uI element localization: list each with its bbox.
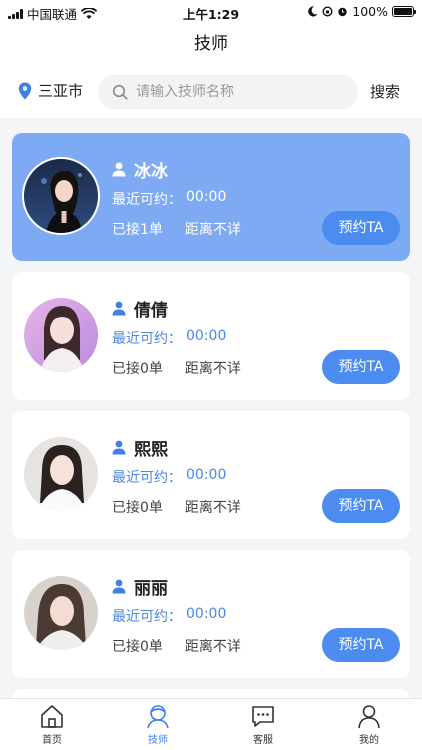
search-row: 三亚市 搜索	[0, 64, 422, 118]
book-button[interactable]: 预约TA	[322, 628, 400, 662]
tab-service-label: 客服	[253, 735, 273, 746]
tab-technician-label: 技师	[148, 735, 168, 746]
distance: 距离不详	[184, 639, 241, 655]
search-icon	[112, 84, 128, 100]
tab-home-label: 首页	[42, 735, 62, 746]
book-button[interactable]: 预约TA	[322, 350, 400, 384]
book-button[interactable]: 预约TA	[322, 489, 400, 523]
availability-time: 00:00	[186, 328, 227, 344]
technician-name-row: 丽丽	[112, 574, 168, 599]
technician-name: 倩倩	[134, 301, 168, 321]
order-count: 已接0单	[112, 500, 163, 516]
availability: 最近可约： 00:00	[112, 467, 226, 487]
home-icon	[41, 705, 63, 728]
search-button[interactable]: 搜索	[370, 81, 400, 102]
search-input[interactable]	[136, 84, 336, 100]
availability: 最近可约： 00:00	[112, 606, 226, 626]
technician-name-row: 倩倩	[112, 296, 168, 321]
avatar	[22, 296, 100, 374]
order-count: 已接1单	[112, 222, 163, 238]
user-icon	[112, 162, 126, 177]
profile-icon	[358, 705, 380, 729]
avatar	[22, 574, 100, 652]
technician-stats: 已接0单 距离不详	[112, 497, 241, 517]
order-count: 已接0单	[112, 361, 163, 377]
technician-stats: 已接0单 距离不详	[112, 636, 241, 656]
technician-stats: 已接0单 距离不详	[112, 358, 241, 378]
status-right: 100%	[307, 4, 416, 19]
availability-time: 00:00	[186, 606, 227, 622]
rotation-lock-icon	[322, 6, 333, 17]
technician-card[interactable]: 熙熙 最近可约： 00:00 已接0单 距离不详 预约TA	[12, 411, 410, 539]
user-icon	[112, 440, 126, 455]
moon-icon	[308, 6, 318, 17]
battery-icon	[392, 6, 416, 17]
technician-name: 熙熙	[134, 440, 168, 460]
technician-name-row: 冰冰	[112, 157, 168, 182]
user-icon	[112, 579, 126, 594]
city-selector[interactable]: 三亚市	[18, 80, 83, 101]
availability: 最近可约： 00:00	[112, 189, 226, 209]
availability-time: 00:00	[186, 467, 227, 483]
distance: 距离不详	[184, 222, 241, 238]
location-pin-icon	[18, 82, 32, 99]
tab-technician[interactable]: 技师	[128, 703, 188, 746]
technician-card[interactable]: 倩倩 最近可约： 00:00 已接0单 距离不详 预约TA	[12, 272, 410, 400]
book-button[interactable]: 预约TA	[322, 211, 400, 245]
status-bar: 中国联通 上午1:29 100%	[0, 0, 422, 24]
distance: 距离不详	[184, 361, 241, 377]
availability-time: 00:00	[186, 189, 227, 205]
avatar	[22, 435, 100, 513]
availability-label: 最近可约：	[112, 192, 182, 208]
avatar	[22, 157, 100, 235]
distance: 距离不详	[184, 500, 241, 516]
availability-label: 最近可约：	[112, 609, 182, 625]
tab-bar: 首页 技师 客服 我的	[0, 698, 422, 750]
search-box[interactable]	[98, 75, 358, 109]
alarm-icon	[338, 7, 347, 17]
availability-label: 最近可约：	[112, 470, 182, 486]
tab-home[interactable]: 首页	[22, 703, 82, 746]
battery-percent: 100%	[352, 4, 388, 19]
user-icon	[112, 301, 126, 316]
technician-icon	[147, 705, 169, 729]
technician-name-row: 熙熙	[112, 435, 168, 460]
technician-name: 丽丽	[134, 579, 168, 599]
tab-service[interactable]: 客服	[233, 703, 293, 746]
page-title: 技师	[0, 24, 422, 64]
city-label: 三亚市	[38, 82, 84, 100]
tab-profile-label: 我的	[359, 735, 379, 746]
chat-icon	[252, 706, 274, 727]
availability: 最近可约： 00:00	[112, 328, 226, 348]
tab-profile[interactable]: 我的	[339, 703, 399, 746]
technician-card[interactable]: 丽丽 最近可约： 00:00 已接0单 距离不详 预约TA	[12, 550, 410, 678]
technician-stats: 已接1单 距离不详	[112, 219, 241, 239]
availability-label: 最近可约：	[112, 331, 182, 347]
technician-name: 冰冰	[134, 162, 168, 182]
technician-card[interactable]: 冰冰 最近可约： 00:00 已接1单 距离不详 预约TA	[12, 133, 410, 261]
order-count: 已接0单	[112, 639, 163, 655]
